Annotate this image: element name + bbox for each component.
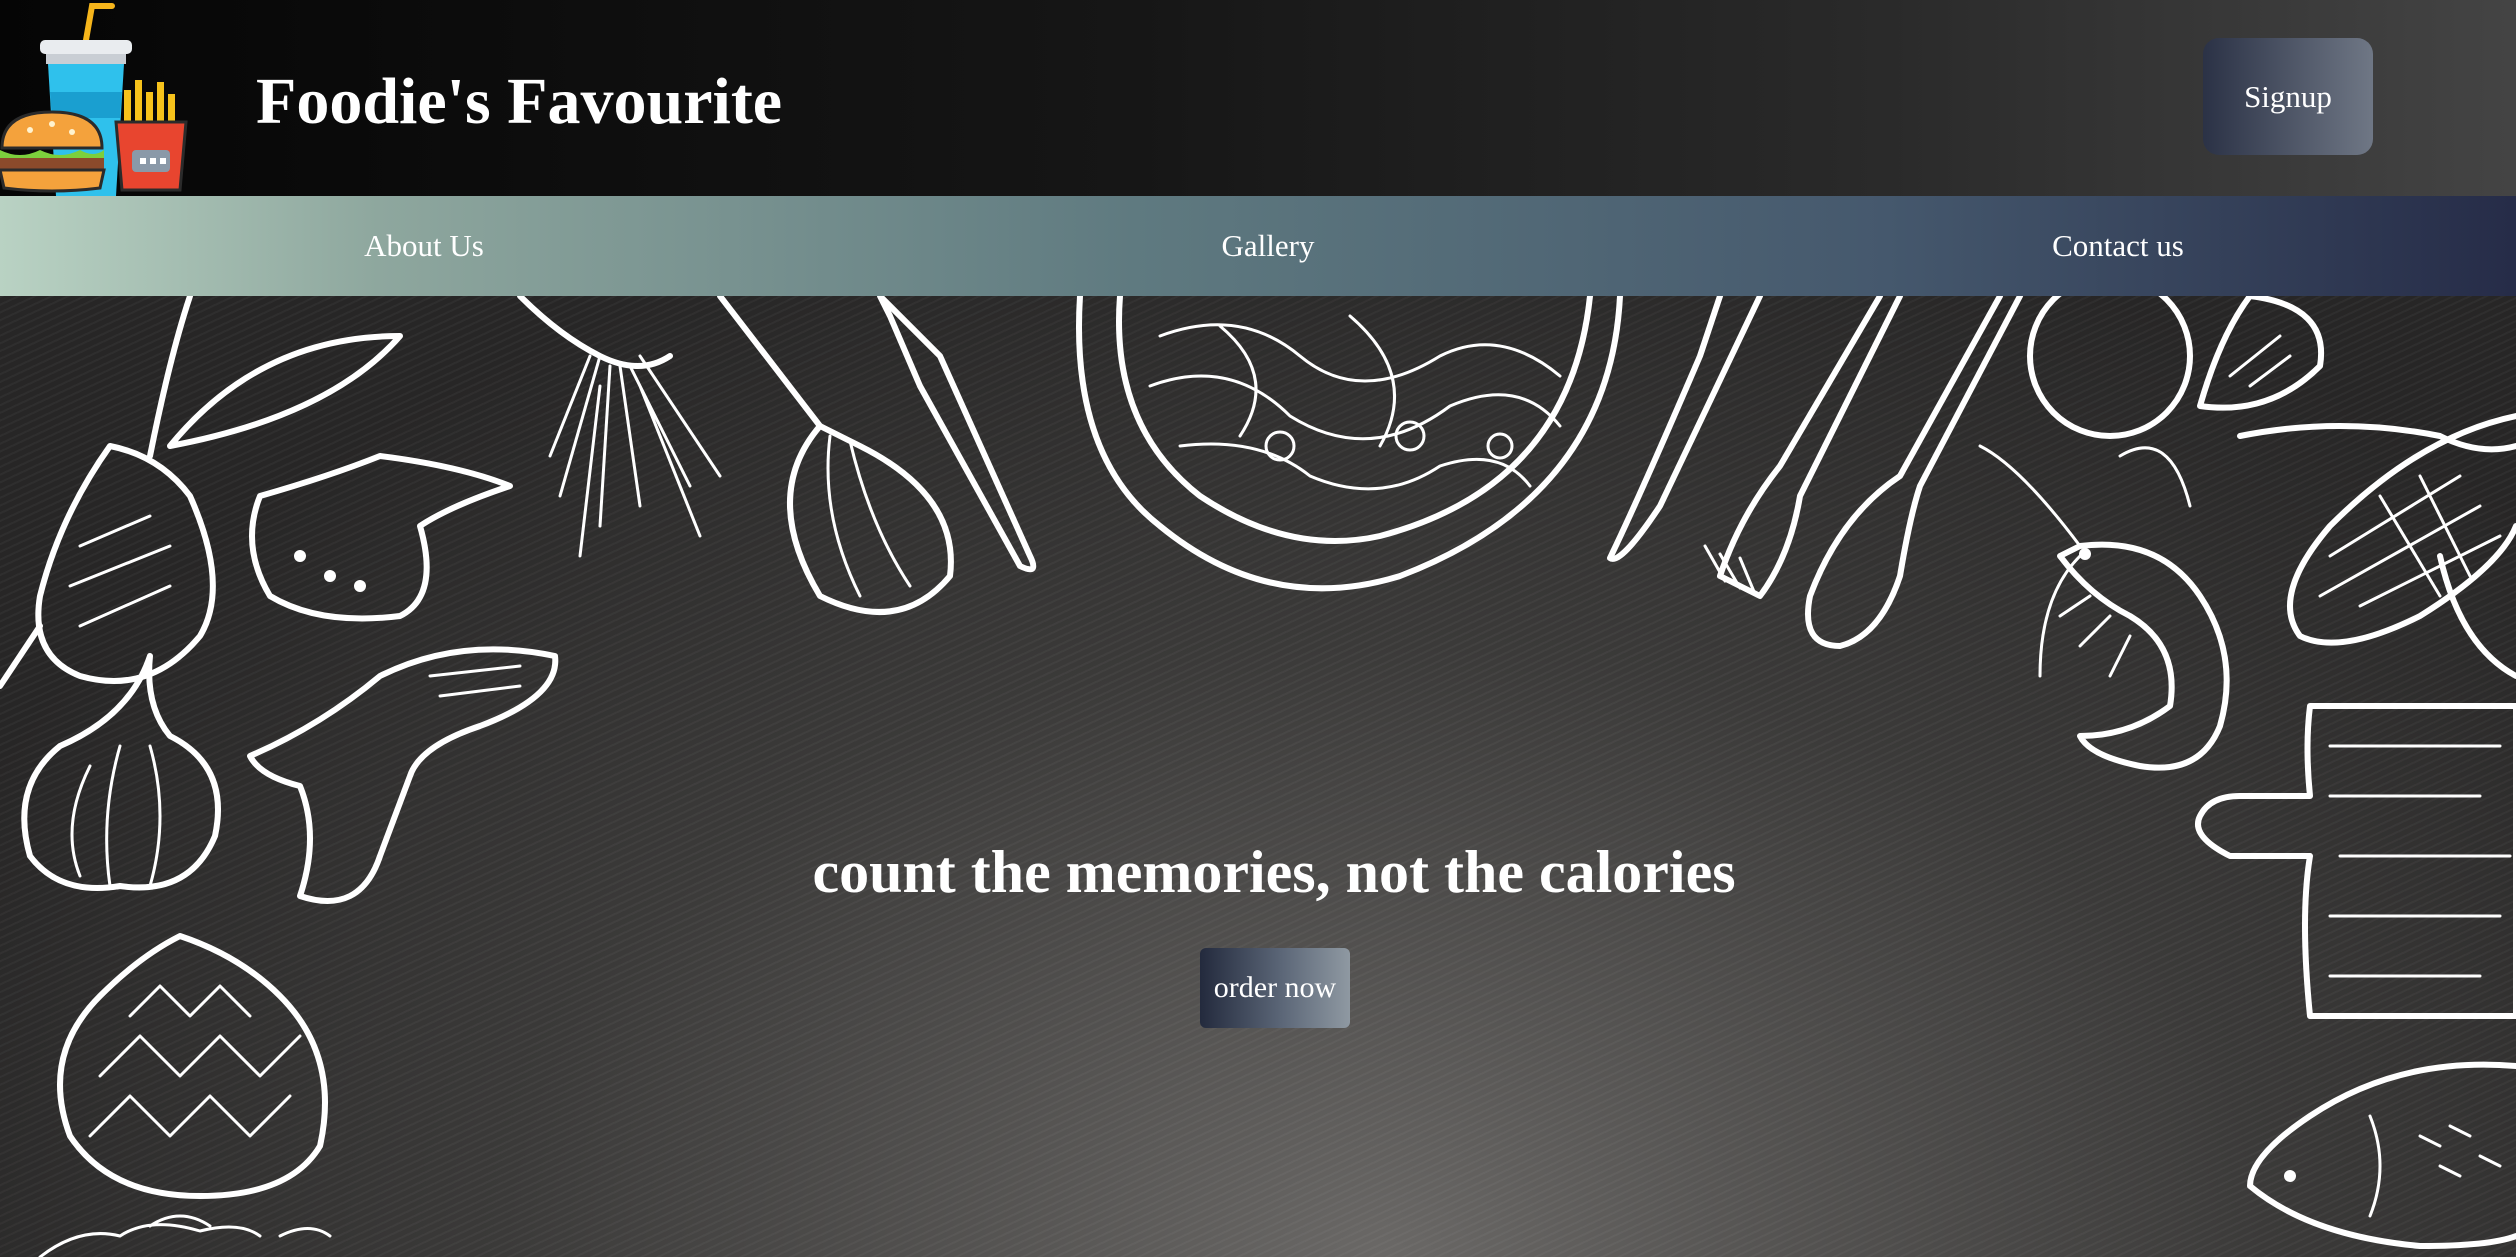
site-title: Foodie's Favourite (256, 65, 783, 138)
order-now-button[interactable]: order now (1200, 948, 1350, 1028)
signup-button[interactable]: Signup (2203, 38, 2373, 155)
artichoke-icon (57, 933, 328, 1199)
hero-section: count the memories, not the calories ord… (0, 296, 2516, 1257)
pasta-plate-icon (1076, 296, 1623, 592)
nav-item-about-us[interactable]: About Us (364, 196, 484, 296)
nav-item-gallery[interactable]: Gallery (1222, 196, 1315, 296)
nav-item-contact-us[interactable]: Contact us (2052, 196, 2184, 296)
fast-food-logo-icon (0, 3, 188, 196)
hero-tagline: count the memories, not the calories (812, 839, 1736, 905)
corn-icon (2237, 413, 2516, 679)
table-knife-icon (1607, 296, 1763, 562)
chicken-wing-icon (249, 453, 513, 622)
beetroot-icon (0, 296, 403, 689)
site-header: Foodie's Favourite Signup (0, 0, 2516, 196)
lemon-icon (2027, 296, 2325, 439)
food-doodle-background (0, 296, 2516, 1257)
fish-icon (2247, 1061, 2516, 1249)
main-nav: About Us Gallery Contact us (0, 196, 2516, 296)
page: Foodie's Favourite Signup About Us Galle… (0, 0, 2516, 1257)
shrimp-icon (1978, 444, 2230, 771)
herb-root-icon (517, 296, 722, 558)
fork-icon (1703, 296, 1903, 599)
whisk-icon (717, 296, 954, 615)
utensils-doodle-icon (38, 1214, 332, 1257)
spoon-icon (1805, 296, 2023, 649)
knife-icon (877, 296, 1037, 573)
